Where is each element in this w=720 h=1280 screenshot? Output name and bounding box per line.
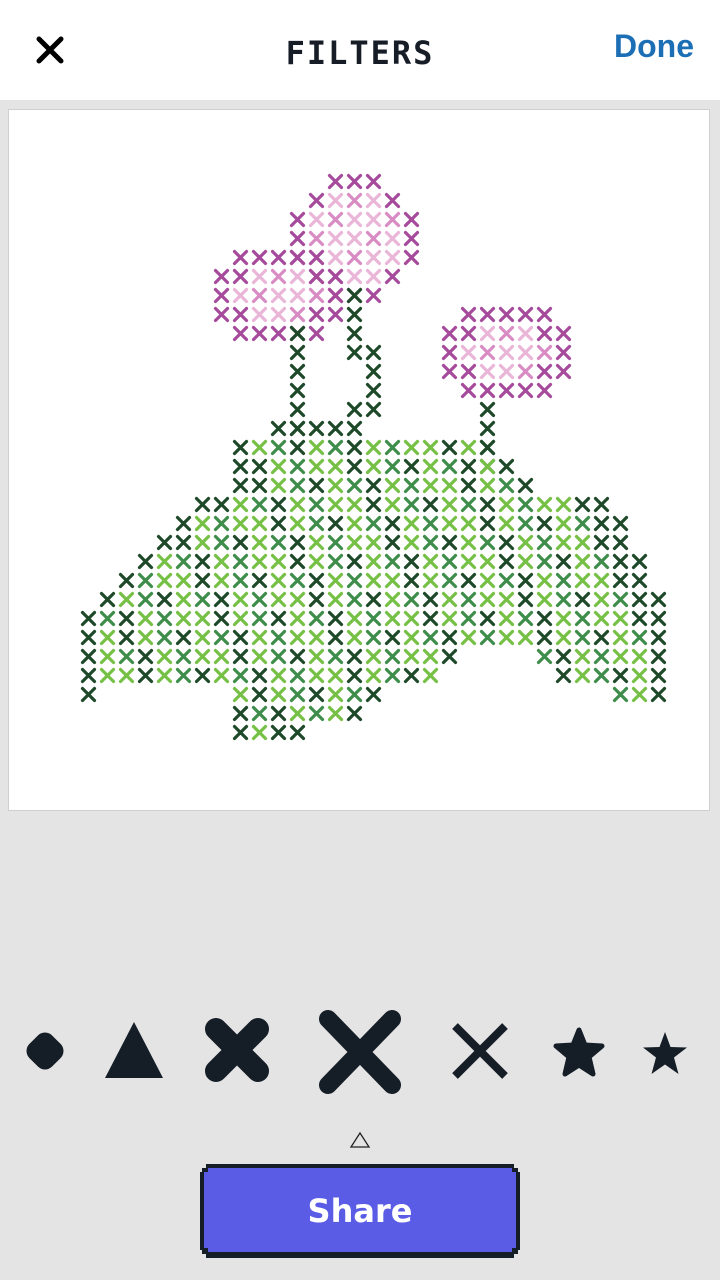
shape-option-thin-x[interactable] [446, 1018, 514, 1084]
top-bar: FILTERS Done [0, 0, 720, 100]
thin-x-stitch-icon [452, 1023, 508, 1079]
page-title: FILTERS [285, 34, 435, 72]
shape-option-triangle[interactable] [100, 1014, 168, 1086]
shape-option-star[interactable] [636, 1028, 694, 1078]
share-button-label: Share [307, 1192, 413, 1230]
triangle-stitch-icon [105, 1022, 163, 1078]
shape-option-large-x[interactable] [312, 1006, 408, 1098]
shape-option-rounded-x[interactable] [198, 1012, 276, 1088]
rounded-x-stitch-icon [205, 1018, 269, 1082]
cross-stitch-pattern [80, 173, 667, 741]
large-x-stitch-icon [319, 1010, 401, 1094]
done-button[interactable]: Done [614, 28, 694, 65]
shape-option-rounded-star[interactable] [548, 1024, 610, 1080]
circle-stitch-icon [26, 1032, 64, 1070]
triangle-up-icon [349, 1131, 371, 1148]
shape-option-circle[interactable] [18, 1020, 72, 1082]
rounded-star-stitch-icon [553, 1027, 605, 1077]
star-stitch-icon [643, 1032, 687, 1074]
pattern-preview [8, 109, 710, 811]
stitch-shape-selector [0, 1000, 720, 1100]
share-button[interactable]: Share [200, 1164, 520, 1258]
